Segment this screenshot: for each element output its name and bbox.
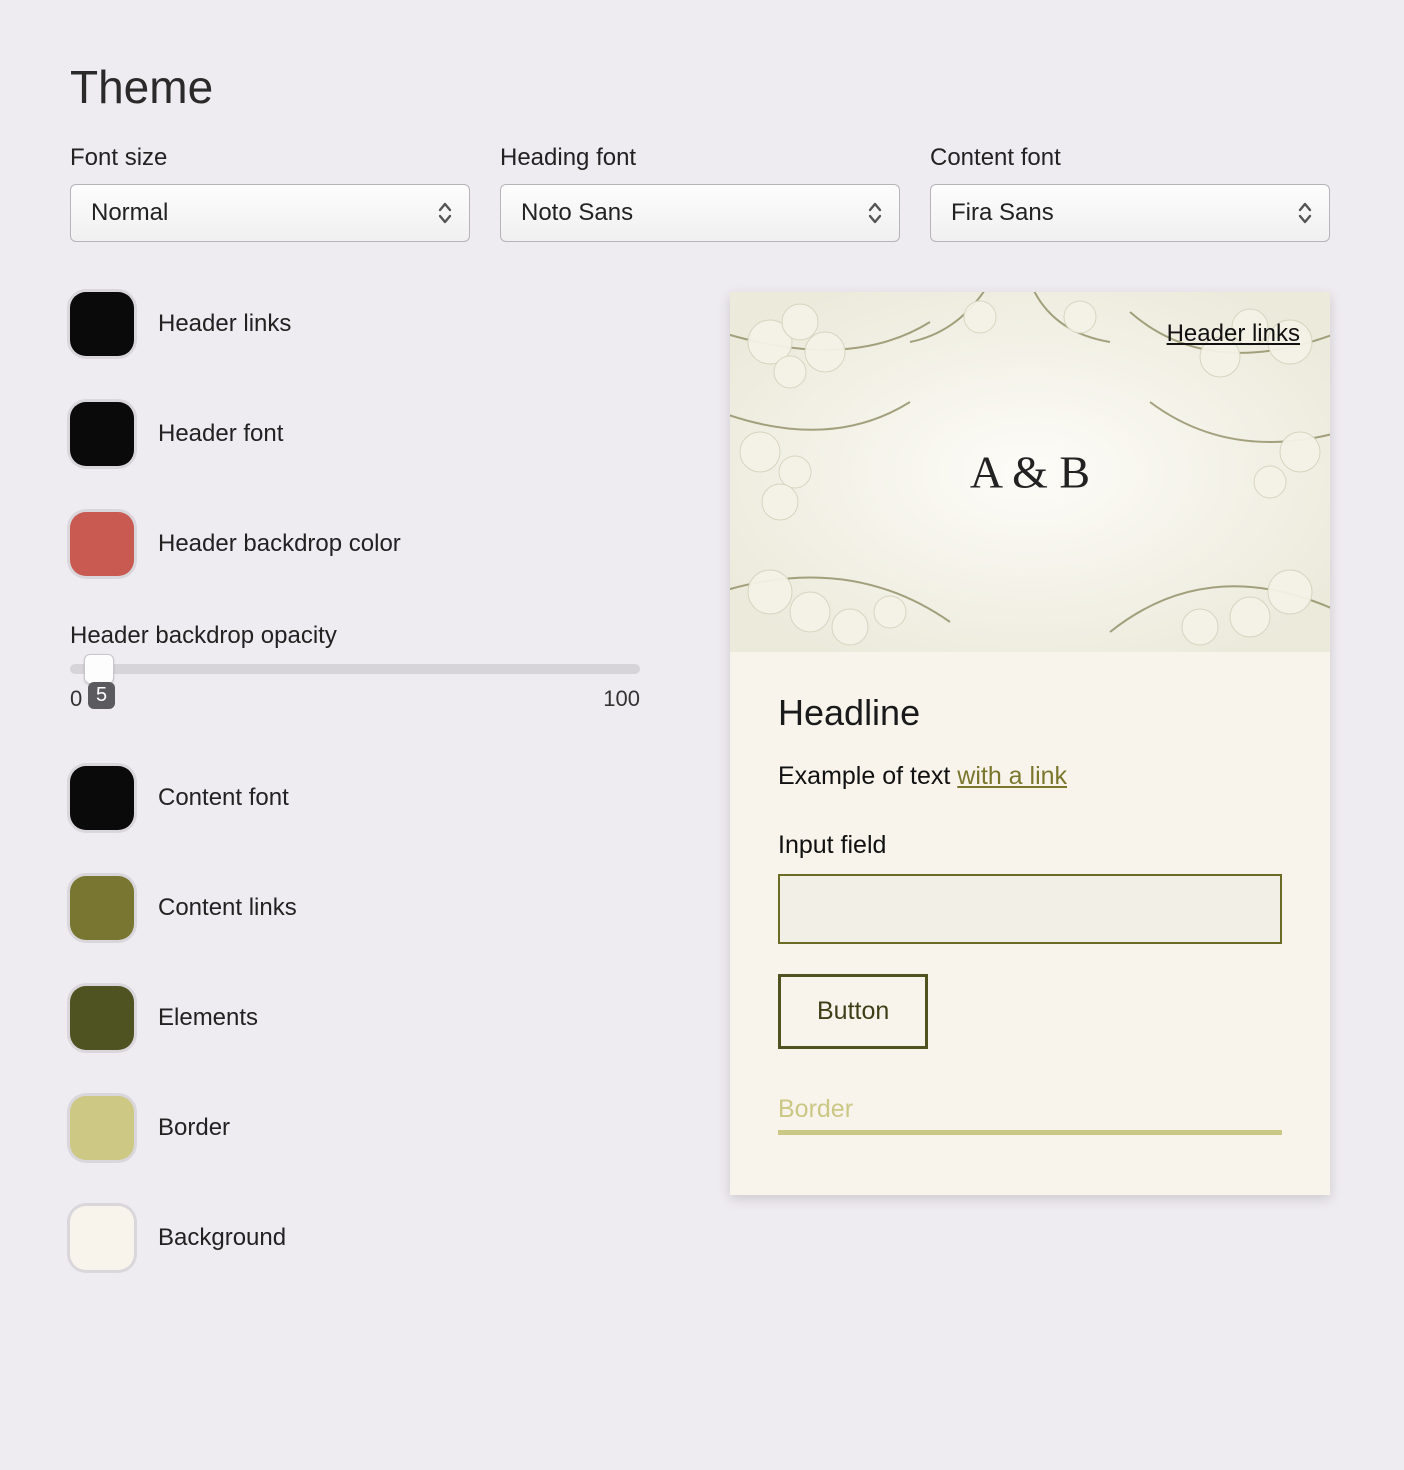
preview-input-label: Input field (778, 831, 1282, 860)
swatch-content-links: Content links (70, 876, 690, 940)
color-swatch[interactable] (70, 1096, 134, 1160)
color-swatch[interactable] (70, 876, 134, 940)
swatch-elements: Elements (70, 986, 690, 1050)
slider-value: 5 (88, 682, 115, 709)
heading-font-label: Heading font (500, 144, 900, 172)
slider-scale: 0 5 100 (70, 686, 640, 716)
preview-input-field[interactable] (778, 874, 1282, 944)
font-size-select[interactable]: Normal (70, 184, 470, 242)
swatch-background: Background (70, 1206, 690, 1270)
select-chevrons-icon (867, 201, 883, 225)
select-chevrons-icon (1297, 201, 1313, 225)
color-swatch[interactable] (70, 402, 134, 466)
header-backdrop-opacity-group: Header backdrop opacity 0 5 100 (70, 622, 690, 716)
slider-min: 0 (70, 686, 82, 712)
preview-border-label: Border (778, 1095, 1282, 1124)
swatch-label: Border (158, 1114, 230, 1142)
swatch-border: Border (70, 1096, 690, 1160)
slider-max: 100 (603, 686, 640, 712)
heading-font-select[interactable]: Noto Sans (500, 184, 900, 242)
swatch-label: Elements (158, 1004, 258, 1032)
theme-preview-card: Header links A & B Headline Example of t… (730, 292, 1330, 1195)
preview-body: Headline Example of text with a link Inp… (730, 652, 1330, 1195)
page-title: Theme (70, 60, 1334, 114)
swatch-label: Header links (158, 310, 291, 338)
preview-border-line (778, 1130, 1282, 1135)
swatch-label: Header backdrop color (158, 530, 401, 558)
preview-example-text: Example of text (778, 762, 950, 790)
preview-header-link[interactable]: Header links (1167, 320, 1300, 348)
slider-label: Header backdrop opacity (70, 622, 690, 650)
color-swatch[interactable] (70, 512, 134, 576)
color-swatch[interactable] (70, 986, 134, 1050)
heading-font-value: Noto Sans (521, 199, 633, 227)
content-font-label: Content font (930, 144, 1330, 172)
preview-header: Header links A & B (730, 292, 1330, 652)
preview-example-link[interactable]: with a link (957, 762, 1067, 790)
preview-text-line: Example of text with a link (778, 762, 1282, 791)
font-size-value: Normal (91, 199, 168, 227)
content-font-value: Fira Sans (951, 199, 1054, 227)
font-selects-row: Font size Normal Heading font Noto Sans … (70, 144, 1334, 242)
font-size-label: Font size (70, 144, 470, 172)
preview-monogram: A & B (970, 446, 1090, 499)
swatch-header-backdrop-color: Header backdrop color (70, 512, 690, 576)
swatch-label: Header font (158, 420, 283, 448)
slider-thumb[interactable] (84, 654, 114, 684)
opacity-slider[interactable] (70, 664, 640, 674)
swatch-label: Content links (158, 894, 297, 922)
preview-headline: Headline (778, 692, 1282, 734)
color-swatch[interactable] (70, 292, 134, 356)
preview-button[interactable]: Button (778, 974, 928, 1049)
swatch-label: Content font (158, 784, 289, 812)
color-swatch[interactable] (70, 1206, 134, 1270)
swatch-label: Background (158, 1224, 286, 1252)
swatch-content-font: Content font (70, 766, 690, 830)
select-chevrons-icon (437, 201, 453, 225)
content-font-select[interactable]: Fira Sans (930, 184, 1330, 242)
color-swatch[interactable] (70, 766, 134, 830)
swatch-header-links: Header links (70, 292, 690, 356)
swatch-header-font: Header font (70, 402, 690, 466)
